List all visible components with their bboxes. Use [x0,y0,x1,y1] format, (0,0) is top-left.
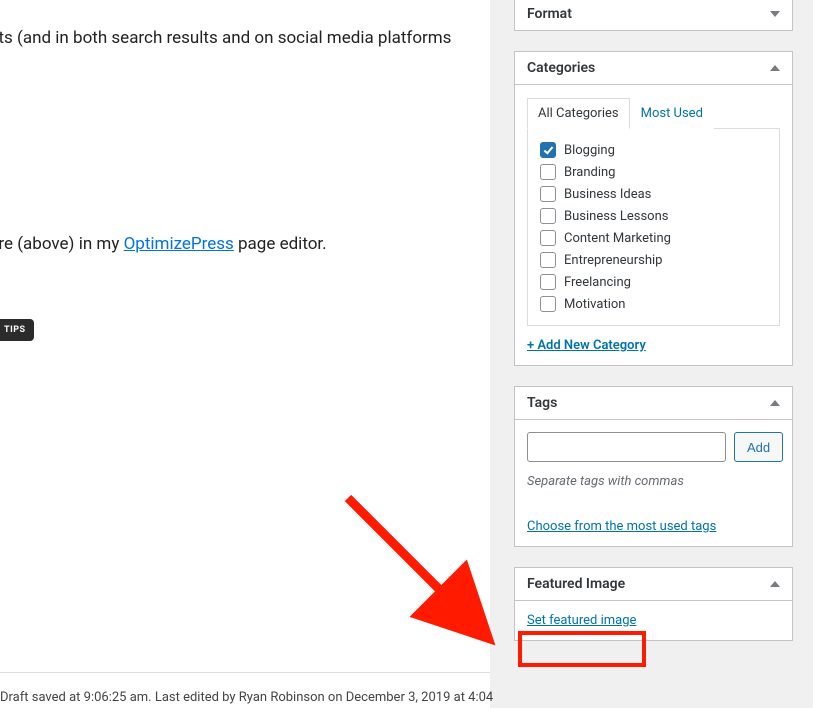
categories-panel-title: Categories [527,60,595,76]
tags-panel: Tags Add Separate tags with commas Choos… [514,386,793,547]
category-label: Blogging [564,143,615,158]
checkbox-icon[interactable] [540,208,556,224]
editor-main: osts (and in both search results and on … [0,0,490,708]
categories-panel-header[interactable]: Categories [515,52,792,85]
categories-list: Blogging Branding Business Ideas Business L… [527,128,780,326]
format-panel-header[interactable]: Format [515,0,792,30]
category-item[interactable]: Blogging [540,139,767,161]
category-item[interactable]: Entrepreneurship [540,249,767,271]
featured-image-panel: Featured Image Set featured image [514,567,793,641]
divider [0,672,490,673]
checkbox-icon[interactable] [540,274,556,290]
editor-sidebar: Format Categories All Categories Most Us… [494,0,813,708]
tips-badge: TIPS [0,319,34,341]
tags-panel-title: Tags [527,395,557,411]
categories-tabs: All Categories Most Used [527,97,780,128]
tags-panel-body: Add Separate tags with commas Choose fro… [515,420,792,546]
checkbox-icon[interactable] [540,186,556,202]
add-new-category-link[interactable]: + Add New Category [527,338,780,353]
category-label: Motivation [564,297,625,312]
format-panel-title: Format [527,6,572,22]
body-text-post: page editor. [234,234,327,254]
add-tag-button[interactable]: Add [734,432,783,462]
tags-input[interactable] [527,432,726,462]
chevron-down-icon [770,11,780,17]
tab-all-categories[interactable]: All Categories [527,98,630,129]
category-label: Business Lessons [564,209,668,224]
format-panel: Format [514,0,793,31]
optimizepress-link[interactable]: OptimizePress [124,234,234,254]
checkbox-icon[interactable] [540,296,556,312]
category-label: Branding [564,165,615,180]
category-item[interactable]: Business Lessons [540,205,767,227]
chevron-up-icon [770,581,780,587]
featured-image-panel-body: Set featured image [515,601,792,640]
featured-image-panel-title: Featured Image [527,576,625,592]
category-item[interactable]: Freelancing [540,271,767,293]
body-text-pre: nere (above) in my [0,234,124,254]
set-featured-image-link[interactable]: Set featured image [527,613,636,628]
category-item[interactable]: Motivation [540,293,767,315]
tags-hint-text: Separate tags with commas [527,474,780,489]
tags-panel-header[interactable]: Tags [515,387,792,420]
category-item[interactable]: Business Ideas [540,183,767,205]
tab-most-used[interactable]: Most Used [630,98,714,129]
featured-image-panel-header[interactable]: Featured Image [515,568,792,601]
choose-most-used-tags-link[interactable]: Choose from the most used tags [527,519,780,534]
category-item[interactable]: Content Marketing [540,227,767,249]
category-label: Content Marketing [564,231,671,246]
checkbox-icon[interactable] [540,142,556,158]
chevron-up-icon [770,65,780,71]
category-label: Entrepreneurship [564,253,662,268]
chevron-up-icon [770,400,780,406]
draft-status-text: Draft saved at 9:06:25 am. Last edited b… [0,690,515,705]
category-label: Freelancing [564,275,631,290]
tags-input-row: Add [527,432,780,462]
category-item[interactable]: Branding [540,161,767,183]
categories-panel-body: All Categories Most Used Blogging Brandin… [515,85,792,365]
body-text-fragment-2: nere (above) in my OptimizePress page ed… [0,232,337,258]
body-text-fragment-1: osts (and in both search results and on … [0,26,461,52]
checkbox-icon[interactable] [540,252,556,268]
categories-panel: Categories All Categories Most Used Blog… [514,51,793,366]
checkbox-icon[interactable] [540,230,556,246]
category-label: Business Ideas [564,187,651,202]
checkbox-icon[interactable] [540,164,556,180]
